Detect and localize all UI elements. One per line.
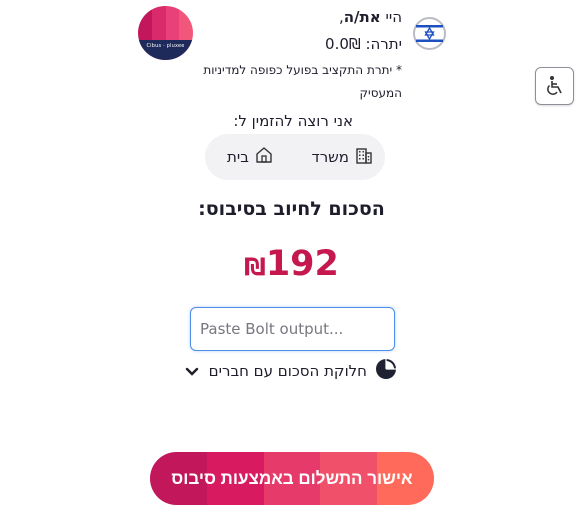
option-office[interactable]: משרד: [312, 134, 373, 180]
balance-label: יתרה:: [365, 35, 402, 53]
budget-note: * יתרת התקציב בפועל כפופה למדיניות המעסי…: [203, 63, 402, 100]
split-with-friends[interactable]: חלוקת הסכום עם חברים: [185, 358, 397, 384]
pie-chart-icon: [375, 358, 397, 384]
amount-value: 192: [265, 244, 339, 284]
charge-title: הסכום לחיוב בסיבוס:: [198, 198, 385, 220]
option-home[interactable]: בית: [227, 134, 273, 180]
cibus-logo: Cibus · pluxee: [138, 6, 193, 60]
greeting: היי את/ה,: [339, 8, 402, 26]
paste-bolt-input[interactable]: [190, 307, 395, 351]
option-home-label: בית: [227, 148, 249, 166]
delivery-target-toggle: משרד בית: [205, 134, 385, 180]
order-prompt: אני רוצה להזמין ל:: [233, 112, 353, 130]
israel-flag-icon[interactable]: [413, 17, 446, 50]
greeting-prefix: היי: [385, 8, 402, 26]
logo-text: Cibus · pluxee: [146, 43, 185, 49]
balance-value: 0.0₪: [325, 35, 361, 53]
charge-amount: ₪192: [0, 244, 583, 284]
user-name: את/ה: [343, 8, 381, 26]
building-icon: [355, 146, 373, 168]
home-icon: [255, 146, 273, 168]
confirm-payment-label: אישור התשלום באמצעות סיבוס: [171, 469, 413, 488]
wheelchair-icon[interactable]: [535, 67, 574, 105]
balance: יתרה: 0.0₪: [325, 35, 402, 53]
split-label: חלוקת הסכום עם חברים: [208, 362, 367, 380]
option-office-label: משרד: [311, 148, 349, 166]
chevron-down-icon[interactable]: [185, 362, 199, 381]
confirm-payment-button[interactable]: אישור התשלום באמצעות סיבוס: [150, 452, 434, 505]
currency-symbol: ₪: [244, 253, 266, 281]
